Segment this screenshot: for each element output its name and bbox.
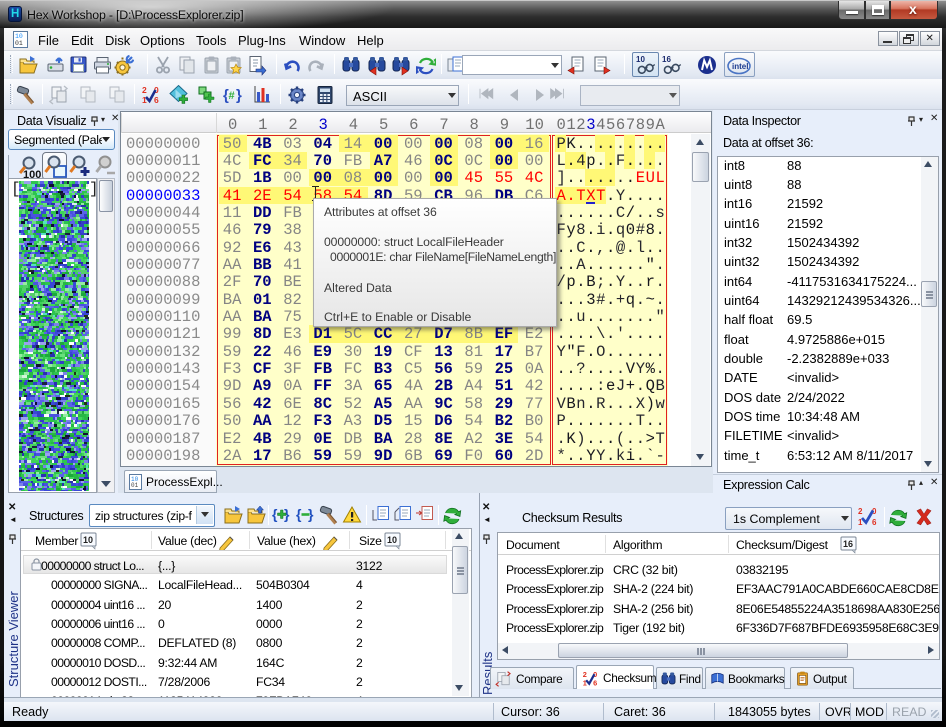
svg-text:6: 6 — [872, 518, 877, 527]
svg-text:6: 6 — [593, 678, 597, 687]
svg-text:}: } — [236, 87, 242, 104]
svg-text:01: 01 — [131, 482, 139, 489]
svg-text:16: 16 — [843, 539, 853, 549]
svg-text:{: { — [296, 506, 302, 522]
svg-text:16: 16 — [662, 55, 671, 64]
svg-text:6: 6 — [154, 95, 159, 105]
svg-text:intel: intel — [732, 62, 748, 71]
svg-text:#: # — [229, 90, 235, 102]
svg-text:10: 10 — [83, 535, 93, 545]
svg-text:2: 2 — [142, 85, 147, 95]
svg-text:10: 10 — [387, 535, 397, 545]
svg-text:1: 1 — [142, 95, 147, 105]
svg-text:10: 10 — [636, 55, 645, 64]
svg-text:2: 2 — [858, 507, 863, 516]
svg-text:1: 1 — [583, 678, 587, 687]
svg-text:{: { — [272, 506, 278, 522]
svg-text:2: 2 — [583, 670, 587, 679]
